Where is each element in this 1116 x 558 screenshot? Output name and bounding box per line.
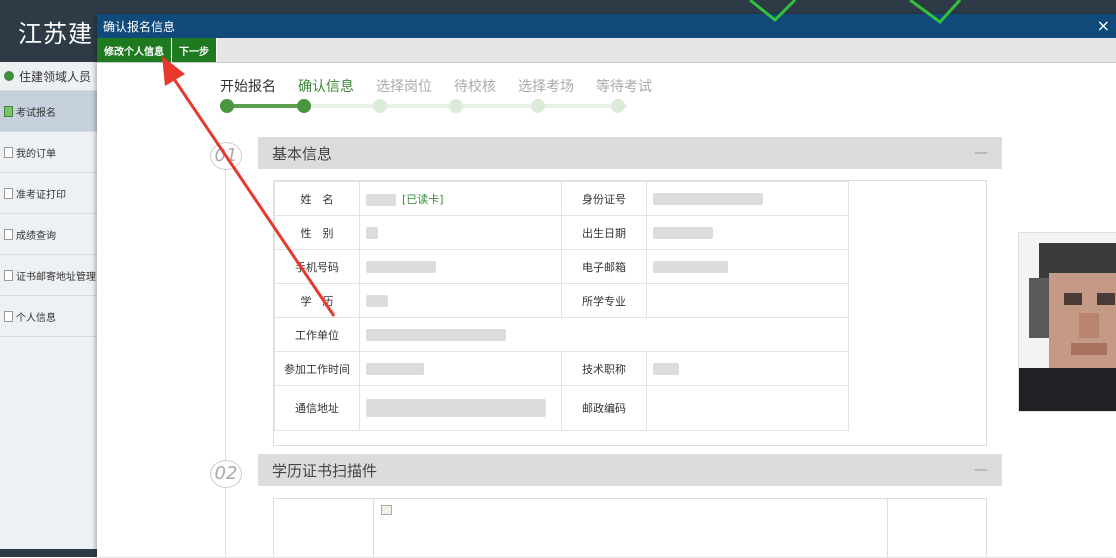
gender-label: 性 别 bbox=[274, 215, 360, 250]
sidebar-user: 住建领域人员 bbox=[0, 62, 97, 90]
workplace-label: 工作单位 bbox=[274, 317, 360, 352]
dialog-titlebar: 确认报名信息 × bbox=[97, 14, 1116, 38]
work-start-value-redacted bbox=[366, 363, 424, 375]
close-icon[interactable]: × bbox=[1097, 18, 1110, 34]
sidebar-item-orders[interactable]: 我的订单 bbox=[0, 131, 97, 172]
section-header-basic-info[interactable]: 基本信息 — bbox=[258, 137, 1002, 169]
id-label: 身份证号 bbox=[561, 181, 647, 216]
document-icon bbox=[4, 146, 13, 158]
next-step-button[interactable]: 下一步 bbox=[172, 38, 217, 62]
name-value-redacted bbox=[366, 193, 396, 206]
basic-info-table: 姓 名 [已读卡] 身份证号 性 别 出生日期 手机号码 电子邮箱 学 历 所学 bbox=[273, 180, 1116, 446]
phone-label: 手机号码 bbox=[274, 249, 360, 284]
work-start-label: 参加工作时间 bbox=[274, 351, 360, 386]
sidebar-item-admission-ticket[interactable]: 准考证打印 bbox=[0, 172, 97, 213]
sidebar-item-personal-info[interactable]: 个人信息 bbox=[0, 295, 97, 337]
portrait-image bbox=[1019, 233, 1116, 411]
document-icon bbox=[4, 187, 13, 199]
step-pending-check: 待校核 bbox=[454, 79, 496, 95]
app-title: 江苏建 bbox=[18, 20, 93, 48]
sidebar-item-label: 准考证打印 bbox=[16, 189, 66, 201]
step-dot bbox=[449, 99, 463, 113]
step-dot bbox=[297, 99, 311, 113]
document-icon bbox=[4, 228, 13, 240]
user-status-icon bbox=[4, 71, 14, 81]
name-label: 姓 名 bbox=[274, 181, 360, 216]
id-value-redacted bbox=[653, 193, 763, 205]
technical-title-label: 技术职称 bbox=[561, 351, 647, 386]
sidebar-item-label: 考试报名 bbox=[16, 107, 56, 119]
education-scan-area bbox=[273, 498, 987, 558]
birth-label: 出生日期 bbox=[561, 215, 647, 250]
step-start: 开始报名 bbox=[220, 79, 276, 95]
track-fill bbox=[227, 104, 307, 108]
step-dot bbox=[531, 99, 545, 113]
email-label: 电子邮箱 bbox=[561, 249, 647, 284]
document-icon bbox=[4, 310, 13, 322]
sidebar: 住建领域人员 考试报名 我的订单 准考证打印 成绩查询 证书邮寄地址管理 个人信… bbox=[0, 62, 98, 557]
dialog-toolbar: 修改个人信息 下一步 bbox=[97, 38, 1116, 63]
confirm-registration-dialog: 确认报名信息 × 修改个人信息 下一步 开始报名 确认信息 选择岗位 待校核 选… bbox=[97, 14, 1116, 558]
step-choose-venue: 选择考场 bbox=[518, 79, 574, 95]
section-number: 02 bbox=[210, 460, 242, 488]
section-title: 基本信息 bbox=[272, 144, 333, 163]
dialog-title: 确认报名信息 bbox=[103, 19, 176, 34]
step-confirm: 确认信息 bbox=[298, 79, 354, 95]
step-progress-track bbox=[220, 99, 632, 113]
sidebar-item-label: 我的订单 bbox=[16, 148, 56, 160]
sidebar-item-label: 成绩查询 bbox=[16, 230, 56, 242]
step-dot bbox=[220, 99, 234, 113]
workplace-value-redacted bbox=[366, 329, 506, 341]
step-dot bbox=[611, 99, 625, 113]
address-label: 通信地址 bbox=[274, 385, 360, 431]
sidebar-item-certificate-address[interactable]: 证书邮寄地址管理 bbox=[0, 254, 97, 295]
collapse-icon[interactable]: — bbox=[974, 145, 988, 161]
address-value-redacted bbox=[366, 399, 546, 417]
phone-value-redacted bbox=[366, 261, 436, 273]
sidebar-user-label: 住建领域人员 bbox=[19, 69, 92, 84]
birth-value-redacted bbox=[653, 227, 713, 239]
document-icon bbox=[4, 269, 13, 281]
sidebar-item-score-query[interactable]: 成绩查询 bbox=[0, 213, 97, 254]
timeline-line bbox=[225, 166, 226, 557]
education-value-redacted bbox=[366, 295, 388, 307]
scan-image-frame bbox=[373, 499, 888, 558]
major-label: 所学专业 bbox=[561, 283, 647, 318]
sidebar-item-label: 个人信息 bbox=[16, 312, 56, 324]
document-icon bbox=[4, 105, 13, 117]
section-header-education-scan[interactable]: 学历证书扫描件 — bbox=[258, 454, 1002, 486]
sidebar-item-label: 证书邮寄地址管理 bbox=[16, 271, 96, 283]
read-card-tag: [已读卡] bbox=[402, 192, 444, 206]
education-label: 学 历 bbox=[274, 283, 360, 318]
technical-title-value-redacted bbox=[653, 363, 679, 375]
step-choose-position: 选择岗位 bbox=[376, 79, 432, 95]
step-dot bbox=[373, 99, 387, 113]
id-photo bbox=[1018, 232, 1116, 412]
sidebar-item-exam-registration[interactable]: 考试报名 bbox=[0, 90, 97, 131]
section-title: 学历证书扫描件 bbox=[272, 461, 378, 480]
broken-image-icon bbox=[381, 505, 392, 515]
sidebar-footer bbox=[0, 549, 97, 557]
gender-value-redacted bbox=[366, 227, 378, 239]
step-wait-exam: 等待考试 bbox=[596, 79, 652, 95]
registration-steps: 开始报名 确认信息 选择岗位 待校核 选择考场 等待考试 bbox=[220, 76, 652, 96]
email-value-redacted bbox=[653, 261, 728, 273]
section-number: 01 bbox=[210, 142, 242, 170]
zip-label: 邮政编码 bbox=[561, 385, 647, 431]
collapse-icon[interactable]: — bbox=[974, 462, 988, 478]
edit-personal-info-button[interactable]: 修改个人信息 bbox=[97, 38, 172, 62]
